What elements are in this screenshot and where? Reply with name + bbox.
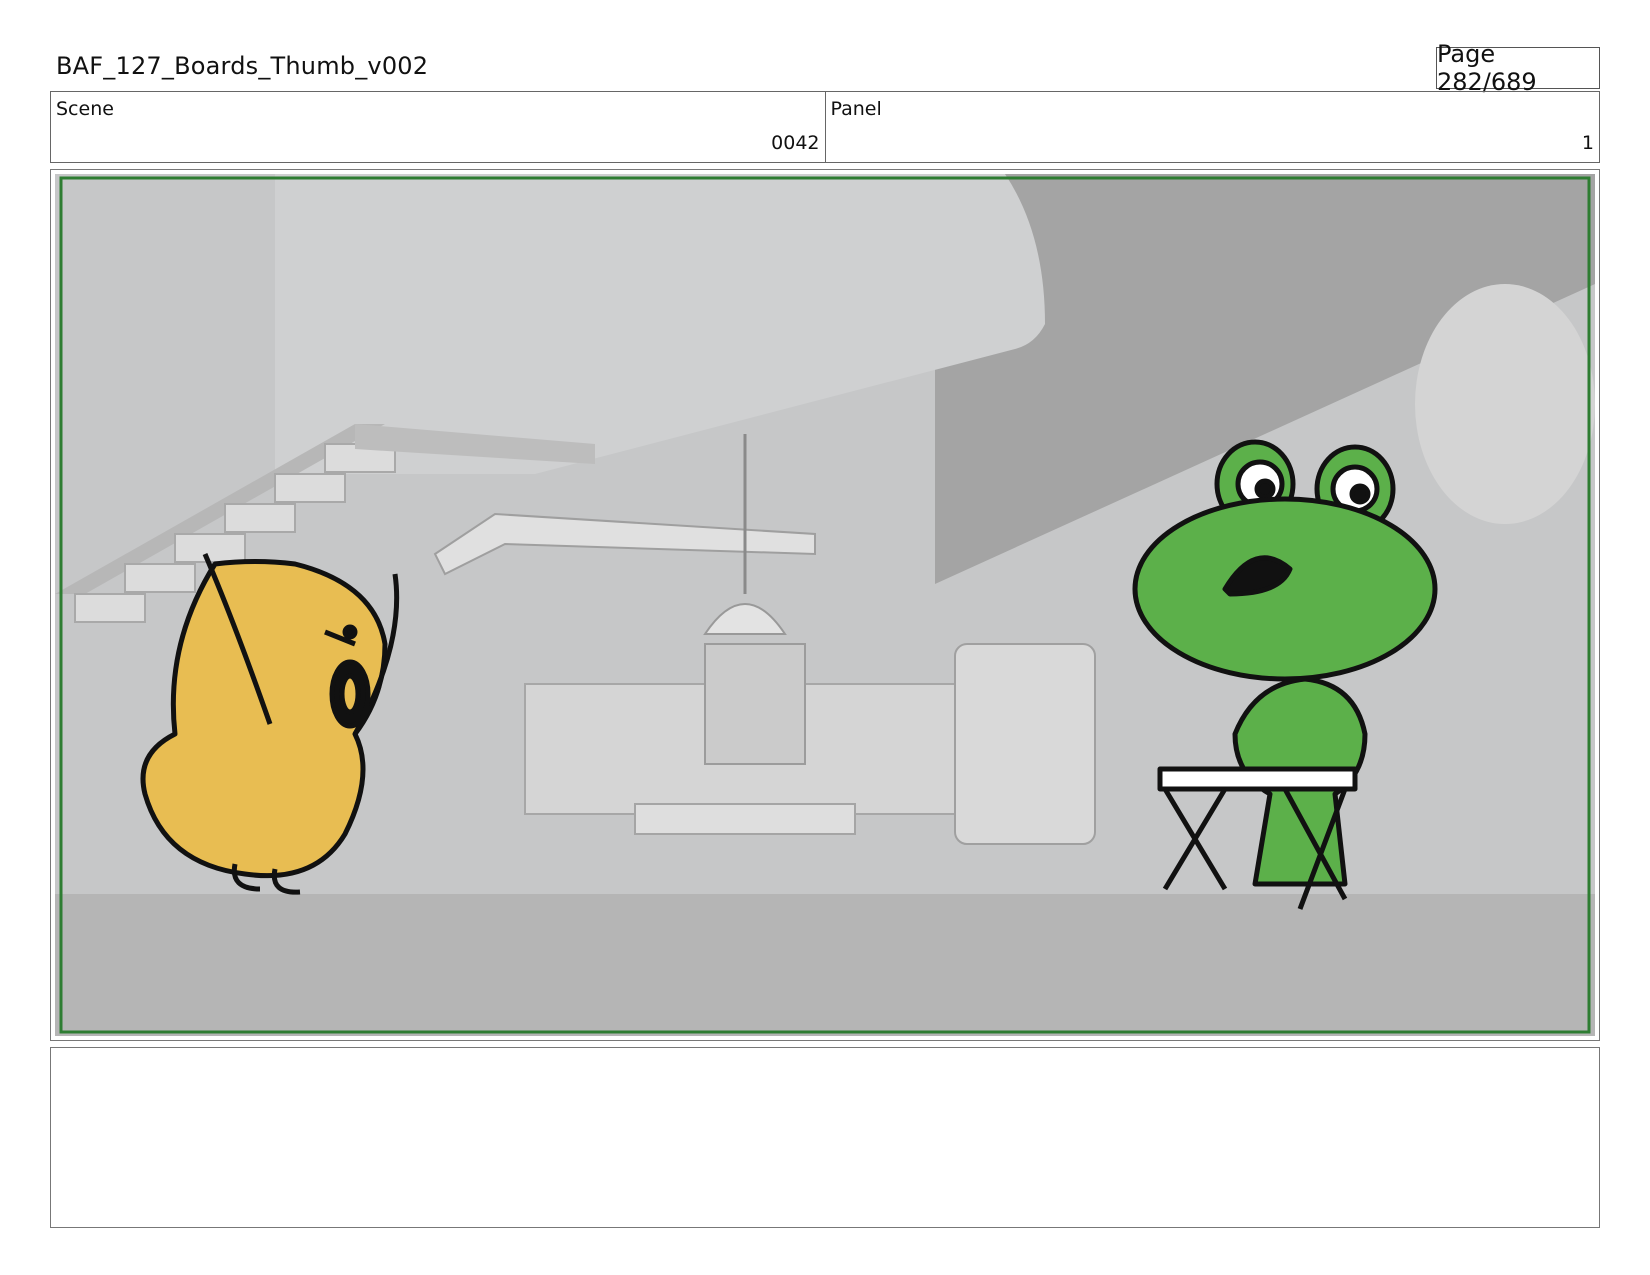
panel-value: 1 [1581, 132, 1594, 154]
scene-panel-info: Scene 0042 Panel 1 [50, 91, 1600, 163]
range-hood [704, 643, 806, 765]
scene-cell: Scene 0042 [51, 92, 825, 162]
storyboard-panel [50, 169, 1600, 1041]
floor [55, 894, 1595, 1036]
panel-cell: Panel 1 [824, 92, 1600, 162]
island-table [634, 803, 856, 835]
document-title: BAF_127_Boards_Thumb_v002 [56, 52, 429, 80]
scene-value: 0042 [771, 132, 820, 154]
fridge [954, 643, 1096, 845]
page-number: Page 282/689 [1436, 40, 1600, 96]
scene-label: Scene [56, 98, 114, 120]
notes-panel[interactable] [50, 1047, 1600, 1228]
panel-artwork [55, 174, 1595, 1036]
panel-label: Panel [830, 98, 882, 120]
right-lamp [1415, 284, 1595, 524]
